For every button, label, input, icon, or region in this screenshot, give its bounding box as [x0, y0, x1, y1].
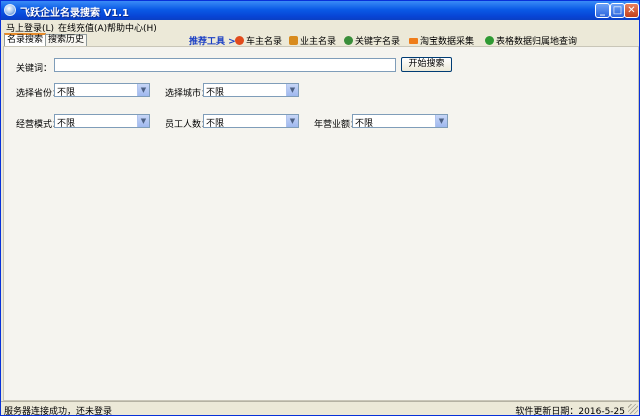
- status-bar: 服务器连接成功，还未登录 软件更新日期：2016-5-25: [1, 401, 639, 416]
- revenue-select[interactable]: 不限 ▼: [352, 114, 448, 129]
- business-mode-value: 不限: [57, 119, 76, 129]
- revenue-value: 不限: [355, 119, 374, 129]
- chevron-down-icon: ▼: [137, 115, 149, 127]
- minimize-button[interactable]: _: [595, 3, 610, 18]
- start-search-button[interactable]: 开始搜索: [401, 57, 452, 72]
- staff-count-select[interactable]: 不限 ▼: [203, 114, 299, 129]
- chevron-down-icon: ▼: [435, 115, 447, 127]
- maximize-button[interactable]: □: [610, 3, 625, 18]
- province-select[interactable]: 不限 ▼: [54, 83, 150, 98]
- tab-search-history[interactable]: 搜索历史: [45, 34, 88, 46]
- chevron-down-icon: ▼: [137, 84, 149, 96]
- keyword-input[interactable]: [54, 58, 396, 72]
- tab-directory-search[interactable]: 名录搜索: [4, 33, 47, 46]
- resize-grip[interactable]: [628, 404, 638, 414]
- table-lookup-icon: [485, 36, 494, 45]
- menu-bar: 马上登录(L) 在线充值(A) 帮助中心(H): [1, 20, 639, 34]
- staff-count-value: 不限: [206, 119, 225, 129]
- close-button[interactable]: ✕: [624, 3, 639, 18]
- connection-status: 服务器连接成功，还未登录: [4, 407, 113, 416]
- app-icon: [4, 4, 16, 16]
- update-date: 软件更新日期：2016-5-25: [515, 407, 625, 416]
- city-value: 不限: [206, 88, 225, 98]
- business-mode-select[interactable]: 不限 ▼: [54, 114, 150, 129]
- chevron-down-icon: ▼: [286, 115, 298, 127]
- tab-toolbar: 名录搜索 搜索历史 推荐工具 >> 车主名录 业主名录 关键字名录 淘宝数据采集…: [1, 33, 639, 47]
- search-panel: 关键词： 开始搜索 选择省份： 不限 ▼ 选择城市： 不限 ▼ 经营模式： 不限…: [3, 46, 639, 401]
- homeowner-icon: [289, 36, 298, 45]
- title-bar[interactable]: 飞跃企业名录搜索 V1.1 _ □ ✕: [1, 1, 639, 20]
- city-select[interactable]: 不限 ▼: [203, 83, 299, 98]
- app-window: 飞跃企业名录搜索 V1.1 _ □ ✕ 马上登录(L) 在线充值(A) 帮助中心…: [0, 0, 640, 416]
- chevron-down-icon: ▼: [286, 84, 298, 96]
- taobao-icon: [409, 38, 418, 44]
- keyword-label: 关键词：: [16, 64, 53, 74]
- keyword-icon: [344, 36, 353, 45]
- province-value: 不限: [57, 88, 76, 98]
- car-owner-icon: [235, 36, 244, 45]
- window-title: 飞跃企业名录搜索 V1.1: [20, 8, 129, 19]
